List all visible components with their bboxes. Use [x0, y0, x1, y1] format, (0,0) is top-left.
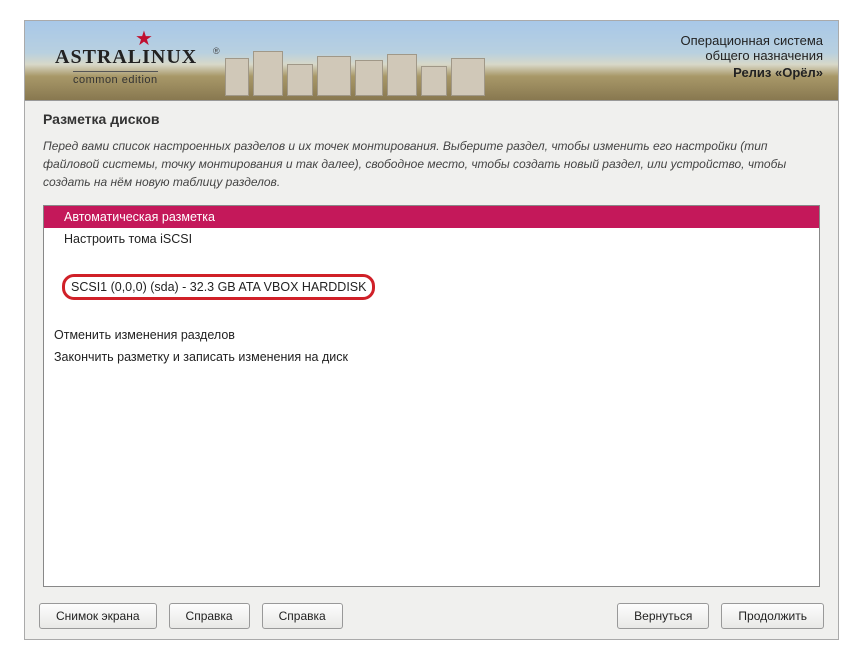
list-item-disk-row[interactable]: SCSI1 (0,0,0) (sda) - 32.3 GB ATA VBOX H…: [44, 274, 819, 300]
os-label-line2: общего назначения: [681, 48, 824, 63]
list-item-undo[interactable]: Отменить изменения разделов: [44, 324, 819, 346]
banner-right-text: Операционная система общего назначения Р…: [681, 33, 824, 80]
logo-subtitle: common edition: [73, 71, 158, 86]
back-button[interactable]: Вернуться: [617, 603, 709, 629]
astralinux-logo: ★ ASTRALINUX ® common edition: [45, 31, 225, 91]
list-item-iscsi[interactable]: Настроить тома iSCSI: [44, 228, 819, 250]
button-spacer: [355, 603, 605, 629]
list-item-disk: SCSI1 (0,0,0) (sda) - 32.3 GB ATA VBOX H…: [62, 274, 375, 300]
help-button-1[interactable]: Справка: [169, 603, 250, 629]
list-spacer: [44, 250, 819, 274]
os-label-line1: Операционная система: [681, 33, 824, 48]
banner-artwork: [225, 46, 505, 96]
release-label: Релиз «Орёл»: [681, 65, 824, 80]
list-item-auto-partition[interactable]: Автоматическая разметка: [44, 206, 819, 228]
trademark-icon: ®: [213, 46, 220, 56]
logo-text: ASTRALINUX: [55, 46, 197, 69]
button-bar: Снимок экрана Справка Справка Вернуться …: [25, 595, 838, 639]
section-title: Разметка дисков: [43, 111, 820, 127]
body-area: Разметка дисков Перед вами список настро…: [25, 101, 838, 595]
list-item-finish[interactable]: Закончить разметку и записать изменения …: [44, 346, 819, 368]
partition-list: Автоматическая разметка Настроить тома i…: [43, 205, 820, 587]
installer-window: ★ ASTRALINUX ® common edition Операционн…: [24, 20, 839, 640]
list-spacer: [44, 300, 819, 324]
screenshot-button[interactable]: Снимок экрана: [39, 603, 157, 629]
banner: ★ ASTRALINUX ® common edition Операционн…: [25, 21, 838, 101]
continue-button[interactable]: Продолжить: [721, 603, 824, 629]
description-text: Перед вами список настроенных разделов и…: [43, 137, 820, 191]
help-button-2[interactable]: Справка: [262, 603, 343, 629]
